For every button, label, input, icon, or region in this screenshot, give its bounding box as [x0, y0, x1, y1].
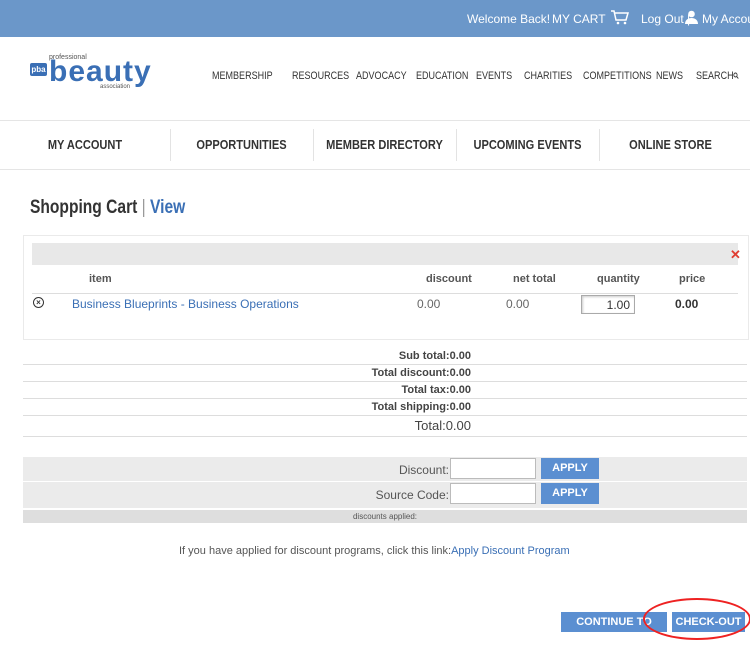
close-icon[interactable]: ✕ — [730, 247, 741, 263]
total-shipping-text: Total shipping:0.00 — [371, 401, 471, 413]
subnav-my-account[interactable]: MY ACCOUNT — [13, 121, 158, 169]
subnav-divider — [456, 129, 457, 161]
nav-membership[interactable]: MEMBERSHIP — [212, 70, 273, 82]
note-text: If you have applied for discount program… — [179, 545, 452, 557]
discount-program-note: If you have applied for discount program… — [179, 545, 570, 557]
nav-events[interactable]: EVENTS — [476, 70, 512, 82]
nav-competitions[interactable]: COMPETITIONS — [583, 70, 652, 82]
discount-row: Discount: APPLY — [23, 457, 747, 481]
nav-news[interactable]: NEWS — [656, 70, 683, 82]
my-account-link[interactable]: My Account — [702, 12, 750, 26]
sub-nav: MY ACCOUNT OPPORTUNITIES MEMBER DIRECTOR… — [0, 120, 750, 170]
subnav-opportunities[interactable]: OPPORTUNITIES — [181, 121, 303, 169]
cart-table-toolbar — [32, 243, 738, 265]
apply-discount-button[interactable]: APPLY — [541, 458, 599, 479]
discount-label: Discount: — [398, 463, 449, 477]
total-discount-text: Total discount:0.00 — [371, 367, 471, 379]
source-code-input[interactable] — [450, 483, 536, 504]
top-bar: Welcome Back! MY CART Log Out | My Accou… — [0, 0, 750, 37]
total-discount-row: Total discount:0.00 — [23, 367, 747, 382]
subnav-online-store[interactable]: ONLINE STORE — [610, 121, 732, 169]
subnav-divider — [313, 129, 314, 161]
nav-advocacy[interactable]: ADVOCACY — [356, 70, 407, 82]
item-discount: 0.00 — [417, 297, 441, 311]
nav-resources[interactable]: RESOURCES — [292, 70, 349, 82]
total-row: Total:0.00 — [23, 418, 747, 437]
subnav-member-directory[interactable]: MEMBER DIRECTORY — [324, 121, 446, 169]
discounts-applied-label: discounts applied: — [23, 510, 747, 523]
header-item: item — [89, 273, 112, 285]
page-title: Shopping Cart | View — [30, 197, 185, 219]
logo-association: association — [100, 84, 131, 90]
source-code-label: Source Code: — [375, 488, 449, 502]
source-code-row: Source Code: APPLY — [23, 482, 747, 508]
user-icon — [685, 10, 698, 27]
total-tax-row: Total tax:0.00 — [23, 384, 747, 399]
remove-item-icon[interactable]: × — [33, 297, 44, 308]
subtotal-text: Sub total:0.00 — [398, 350, 471, 362]
nav-charities[interactable]: CHARITIES — [524, 70, 572, 82]
apply-source-code-button[interactable]: APPLY — [541, 483, 599, 504]
highlight-circle-annotation — [643, 598, 750, 640]
title-separator: | — [141, 197, 146, 218]
header-price: price — [679, 273, 706, 285]
welcome-text: Welcome Back! — [467, 12, 551, 26]
quantity-input[interactable]: 1.00 — [581, 295, 635, 314]
item-net-total: 0.00 — [506, 297, 530, 311]
title-text: Shopping Cart — [30, 197, 138, 218]
header-divider — [32, 293, 738, 294]
pba-logo[interactable]: pba professional beauty association — [30, 52, 151, 92]
subtotal-row: Sub total:0.00 — [23, 350, 747, 365]
total-shipping-row: Total shipping:0.00 — [23, 401, 747, 416]
header-net-total: net total — [513, 273, 556, 285]
cart-icon[interactable] — [610, 9, 630, 28]
nav-search[interactable]: SEARCH — [696, 70, 734, 82]
nav-education[interactable]: EDUCATION — [416, 70, 468, 82]
header-quantity: quantity — [597, 273, 640, 285]
total-tax-text: Total tax:0.00 — [401, 384, 472, 396]
subnav-divider — [170, 129, 171, 161]
subnav-divider — [599, 129, 600, 161]
subnav-upcoming-events[interactable]: UPCOMING EVENTS — [467, 121, 589, 169]
header-discount: discount — [426, 273, 472, 285]
discount-input[interactable] — [450, 458, 536, 479]
view-link[interactable]: View — [150, 197, 185, 218]
logout-link[interactable]: Log Out | — [641, 12, 690, 26]
cart-item-link[interactable]: Business Blueprints - Business Operation… — [72, 297, 299, 311]
apply-discount-program-link[interactable]: Apply Discount Program — [451, 545, 570, 557]
item-price: 0.00 — [675, 297, 699, 311]
logo-pba-badge: pba — [30, 63, 47, 76]
total-text: Total:0.00 — [414, 418, 471, 433]
search-icon[interactable] — [733, 70, 740, 83]
my-cart-link[interactable]: MY CART — [552, 12, 606, 26]
